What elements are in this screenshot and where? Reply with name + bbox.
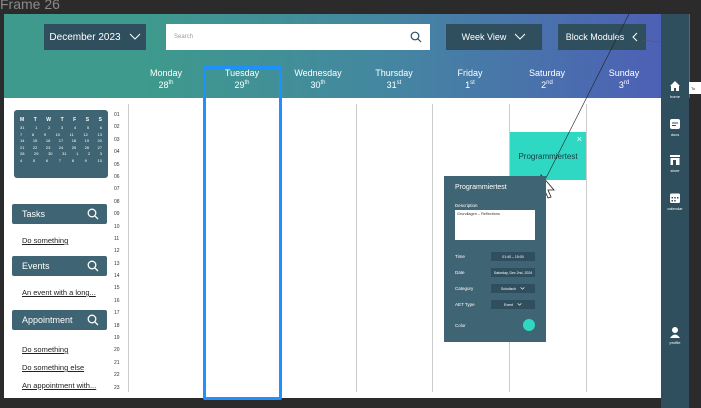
chevron-down-icon — [517, 303, 522, 306]
color-label: Color — [455, 322, 466, 328]
calendar-app: December 2023 Search Week View Block Mod… — [0, 14, 701, 408]
date-row: Date Saturday, Dec 2nd, 2024 — [455, 268, 535, 277]
aet-type-row: AET Type Event — [455, 300, 535, 309]
date-label: Date — [455, 270, 465, 275]
description-field[interactable]: Grundlagen – Reflections — [455, 210, 535, 240]
aet-type-label: AET Type — [455, 302, 475, 307]
category-label: Category — [455, 286, 474, 291]
aet-type-value: Event — [504, 302, 513, 307]
description-label: Description — [455, 203, 478, 208]
category-row: Category Schulisch — [455, 284, 535, 293]
color-row: Color — [455, 319, 535, 331]
time-label: Time — [455, 254, 465, 259]
category-value: Schulisch — [501, 286, 516, 291]
event-detail-popup: Programmiertest Description Grundlagen –… — [444, 176, 546, 342]
frame-label: Frame 26 — [0, 0, 60, 12]
aet-type-select[interactable]: Event — [491, 300, 535, 309]
color-swatch[interactable] — [523, 319, 535, 331]
time-field[interactable]: 01:40 – 15:00 — [491, 252, 535, 261]
chevron-down-icon — [520, 287, 525, 290]
connector-line — [540, 14, 661, 199]
popup-title: Programmiertest — [455, 184, 507, 191]
category-select[interactable]: Schulisch — [491, 284, 535, 293]
date-field[interactable]: Saturday, Dec 2nd, 2024 — [491, 268, 535, 277]
time-row: Time 01:40 – 15:00 — [455, 252, 535, 261]
